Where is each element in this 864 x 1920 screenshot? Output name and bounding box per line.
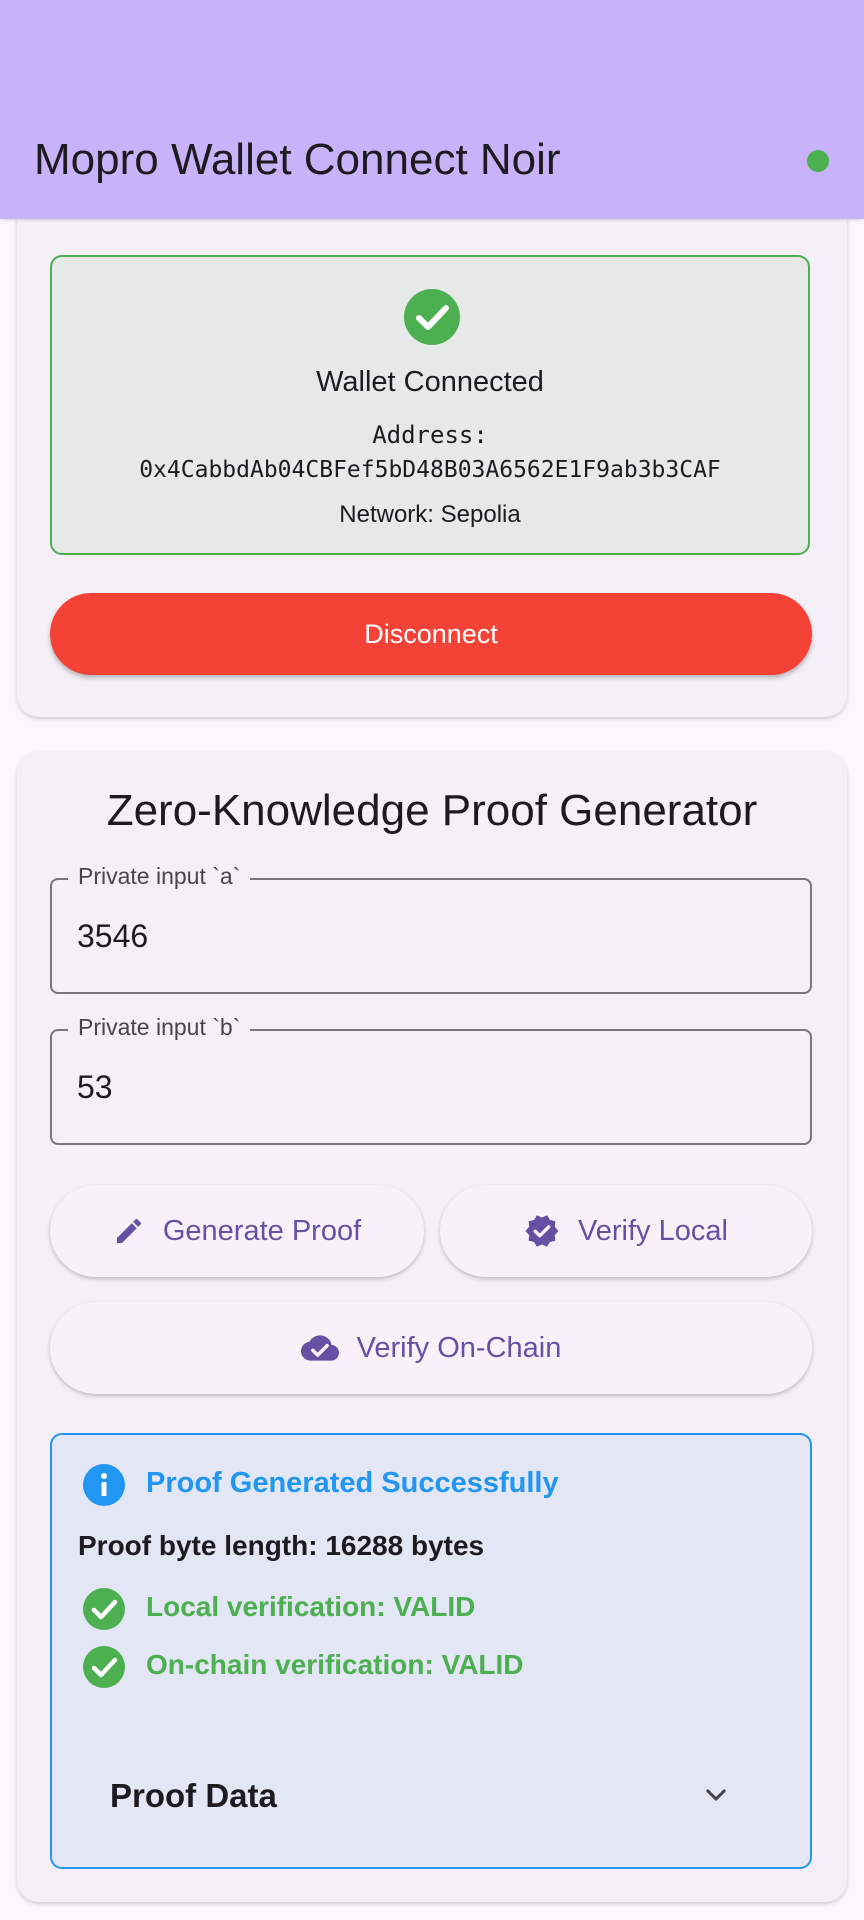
zk-proof-card: Zero-Knowledge Proof Generator Private i… — [17, 752, 847, 1902]
info-icon — [83, 1464, 125, 1506]
wallet-status-text: Wallet Connected — [316, 366, 544, 398]
verify-onchain-label: Verify On-Chain — [356, 1331, 562, 1364]
wallet-status-box: Wallet Connected Address: 0x4CabbdAb04CB… — [50, 255, 810, 555]
pencil-icon — [116, 1218, 141, 1243]
local-verification-status: Local verification: VALID — [146, 1591, 476, 1622]
proof-byte-length: Proof byte length: 16288 bytes — [78, 1530, 485, 1561]
connection-status-dot — [807, 150, 829, 172]
onchain-verification-status: On-chain verification: VALID — [146, 1649, 524, 1680]
private-input-a-label: Private input `a` — [68, 863, 251, 890]
check-circle-icon — [404, 289, 460, 345]
cloud-check-icon — [300, 1335, 339, 1361]
check-circle-icon — [83, 1646, 125, 1688]
private-input-a-value[interactable]: 3546 — [77, 918, 148, 955]
chevron-down-icon[interactable] — [702, 1781, 730, 1809]
zk-section-title: Zero-Knowledge Proof Generator — [106, 786, 758, 835]
wallet-card: Wallet Connected Address: 0x4CabbdAb04CB… — [17, 190, 847, 717]
disconnect-button[interactable]: Disconnect — [50, 593, 812, 675]
wallet-address: 0x4CabbdAb04CBFef5bD48B03A6562E1F9ab3b3C… — [139, 457, 721, 483]
generate-proof-label: Generate Proof — [162, 1214, 362, 1247]
network-label: Network: Sepolia — [339, 501, 521, 528]
private-input-b-label: Private input `b` — [68, 1014, 251, 1041]
private-input-b-field[interactable]: Private input `b` 53 — [50, 1014, 812, 1145]
generate-proof-button[interactable]: Generate Proof — [50, 1185, 424, 1277]
verified-badge-icon — [525, 1215, 559, 1247]
proof-data-expander[interactable]: Proof Data — [52, 1751, 810, 1839]
app-title: Mopro Wallet Connect Noir — [34, 135, 561, 184]
private-input-b-value[interactable]: 53 — [77, 1069, 113, 1106]
app-bar: Mopro Wallet Connect Noir — [0, 0, 864, 219]
verify-local-label: Verify Local — [578, 1214, 728, 1247]
proof-data-label: Proof Data — [110, 1777, 277, 1814]
check-circle-icon — [83, 1588, 125, 1630]
proof-result-title: Proof Generated Successfully — [146, 1467, 559, 1499]
address-label: Address: — [372, 421, 488, 449]
verify-onchain-button[interactable]: Verify On-Chain — [50, 1302, 812, 1394]
proof-result-box: Proof Generated Successfully Proof byte … — [50, 1433, 812, 1869]
verify-local-button[interactable]: Verify Local — [440, 1185, 812, 1277]
private-input-a-field[interactable]: Private input `a` 3546 — [50, 863, 812, 994]
